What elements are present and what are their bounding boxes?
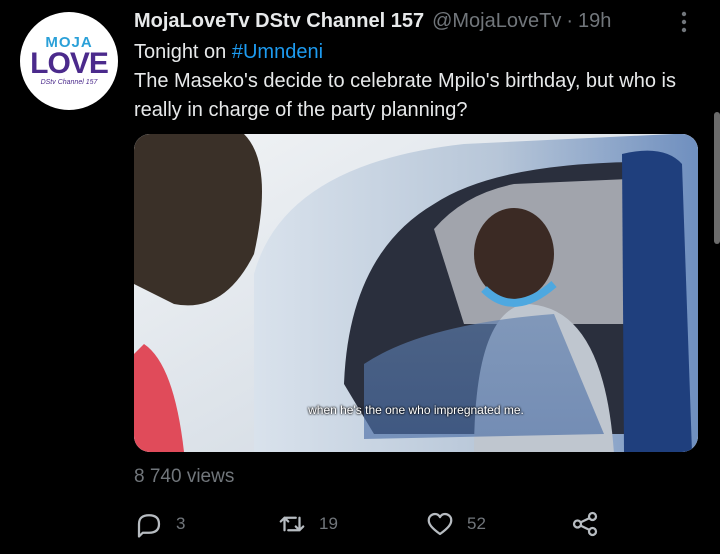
tweet-text-line-1: Tonight on #Umndeni — [134, 38, 704, 67]
separator-dot: · — [566, 9, 573, 32]
video-player[interactable]: when he's the one who impregnated me. — [134, 134, 698, 452]
retweet-icon — [279, 516, 305, 532]
view-count[interactable]: 8 740 views — [134, 466, 234, 488]
text-prefix: Tonight on — [134, 41, 232, 63]
hashtag-link[interactable]: #Umndeni — [232, 41, 323, 63]
logo-channel-text: DStv Channel 157 — [40, 79, 98, 86]
tweet-actions: 3 19 52 — [134, 506, 604, 542]
tweet-text-body: The Maseko's decide to celebrate Mpilo's… — [134, 70, 676, 121]
timestamp[interactable]: 19h — [578, 10, 611, 33]
retweet-count: 19 — [319, 514, 338, 533]
share-icon — [572, 511, 598, 537]
more-options-button[interactable] — [674, 9, 694, 35]
like-button[interactable]: 52 — [425, 506, 486, 542]
scrollbar[interactable] — [714, 112, 720, 244]
like-count: 52 — [467, 514, 486, 533]
reply-icon — [137, 514, 161, 538]
reply-button[interactable]: 3 — [134, 506, 185, 542]
tweet-text: Tonight on #Umndeni The Maseko's decide … — [134, 38, 704, 125]
user-handle[interactable]: @MojaLoveTv — [432, 10, 561, 33]
more-icon — [681, 11, 687, 33]
display-name[interactable]: MojaLoveTv DStv Channel 157 — [134, 10, 424, 33]
retweet-button[interactable]: 19 — [277, 506, 338, 542]
share-button[interactable] — [570, 506, 600, 542]
logo-love-text: LOVE — [30, 47, 109, 80]
tweet-header: MojaLoveTv DStv Channel 157 @MojaLoveTv … — [134, 8, 611, 34]
video-subtitle: when he's the one who impregnated me. — [308, 403, 524, 417]
like-icon — [427, 512, 453, 536]
reply-count: 3 — [176, 514, 186, 533]
avatar[interactable]: MOJA LOVE DStv Channel 157 — [20, 12, 118, 110]
